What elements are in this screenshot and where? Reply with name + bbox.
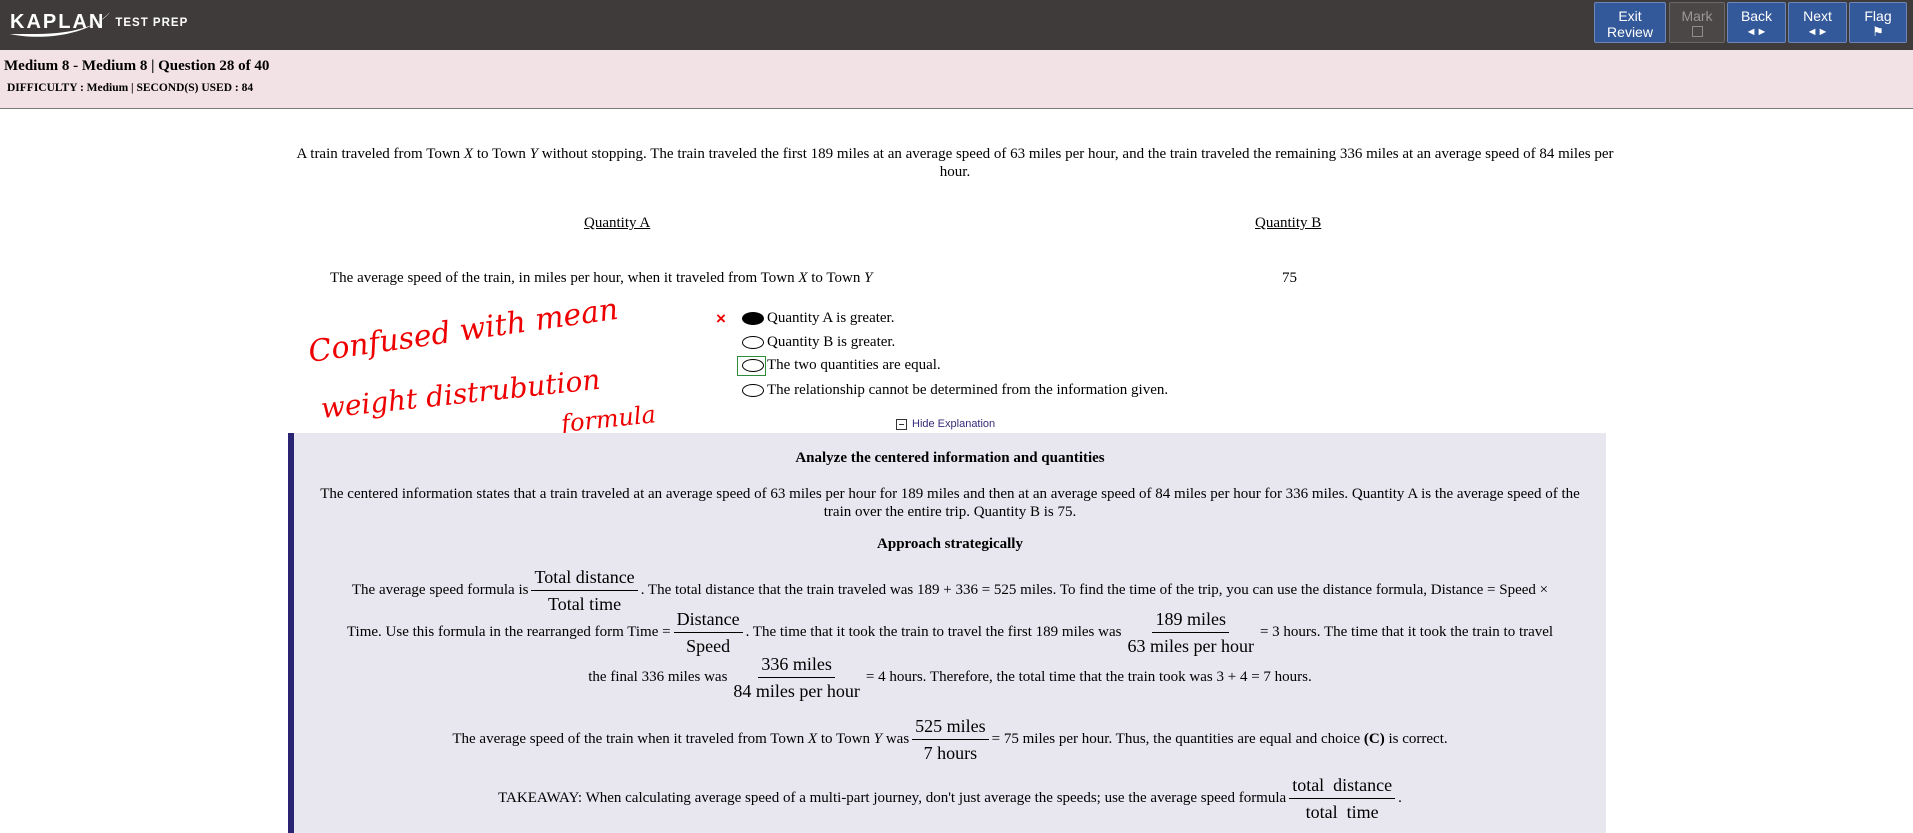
back-arrow-icon: ◄►	[1745, 26, 1768, 38]
choice-d[interactable]: The relationship cannot be determined fr…	[742, 380, 1168, 400]
variable-y: Y	[529, 146, 539, 162]
explanation-text: Time. Use this formula in the rearranged…	[346, 624, 671, 640]
top-toolbar: KAPLAN TEST PREP Exit Review Mark Back ◄…	[0, 0, 1913, 50]
explanation-text: . The total distance that the train trav…	[640, 582, 1549, 598]
hide-explanation-toggle[interactable]: Hide Explanation	[896, 418, 995, 430]
question-title: Medium 8 - Medium 8 | Question 28 of 40	[4, 58, 270, 74]
back-label: Back	[1740, 8, 1773, 24]
explanation-paragraph-1: The centered information states that a t…	[320, 486, 1580, 520]
stem-part: to Town	[473, 146, 530, 162]
radio-icon[interactable]	[742, 335, 764, 349]
incorrect-x-icon: ×	[716, 309, 726, 328]
next-arrow-icon: ◄►	[1806, 26, 1829, 38]
choice-a[interactable]: Quantity A is greater.	[742, 308, 894, 328]
fraction-numerator: 336 miles	[758, 653, 835, 678]
question-stem: A train traveled from Town X to Town Y w…	[285, 145, 1625, 181]
explanation-text: to Town	[817, 731, 874, 747]
question-meta: DIFFICULTY : Medium | SECOND(S) USED : 8…	[7, 82, 254, 94]
fraction: 189 miles 63 miles per hour	[1124, 608, 1256, 657]
explanation-text: is correct.	[1384, 731, 1448, 747]
variable-y: Y	[864, 270, 873, 286]
explanation-heading-1: Analyze the centered information and qua…	[795, 450, 1105, 466]
flag-button[interactable]: Flag ⚑	[1849, 2, 1907, 43]
variable-x: X	[798, 270, 808, 286]
handwritten-annotation: Confused with mean weight distrubution f…	[310, 300, 657, 438]
explanation-panel: Analyze the centered information and qua…	[288, 433, 1606, 833]
choice-c-label: The two quantities are equal.	[767, 356, 941, 373]
fraction-numerator: 189 miles	[1152, 608, 1229, 633]
explanation-line-2: Time. Use this formula in the rearranged…	[294, 608, 1606, 657]
radio-icon[interactable]	[742, 358, 764, 372]
exit-review-button[interactable]: Exit Review	[1594, 2, 1666, 43]
variable-y: Y	[873, 731, 883, 747]
variable-x: X	[807, 731, 818, 747]
explanation-text: TAKEAWAY: When calculating average speed…	[498, 790, 1287, 806]
fraction-denominator: 7 hours	[923, 743, 978, 763]
annotation-line-1: Confused with mean	[310, 300, 620, 370]
fraction-numerator: total distance	[1289, 774, 1396, 799]
fraction: 525 miles 7 hours	[912, 715, 989, 764]
logo-tagline: TEST PREP	[115, 17, 189, 29]
next-button[interactable]: Next ◄►	[1788, 2, 1847, 43]
explanation-text: The average speed of the train when it t…	[452, 731, 808, 747]
explanation-line-4: The average speed of the train when it t…	[294, 715, 1606, 764]
explanation-text: .	[1398, 790, 1402, 806]
explanation-heading-2: Approach strategically	[877, 536, 1023, 552]
radio-selected-icon[interactable]	[742, 311, 764, 325]
explanation-text: The average speed formula is	[351, 582, 529, 598]
fraction: total distance total time	[1289, 774, 1396, 823]
choice-b[interactable]: Quantity B is greater.	[742, 332, 895, 352]
stem-part: without stopping. The train traveled the…	[538, 146, 1614, 180]
logo-wordmark: KAPLAN	[10, 10, 106, 33]
quantity-a-text: The average speed of the train, in miles…	[330, 270, 872, 287]
explanation-text: = 75 miles per hour. Thus, the quantitie…	[991, 731, 1364, 747]
explanation-text: = 3 hours. The time that it took the tra…	[1259, 624, 1554, 640]
variable-x: X	[463, 146, 474, 162]
quantity-a-part: to Town	[807, 270, 865, 286]
quantity-b-heading: Quantity B	[1255, 215, 1322, 231]
explanation-text: = 4 hours. Therefore, the total time tha…	[865, 669, 1312, 685]
flag-icon: ⚑	[1872, 24, 1884, 39]
mark-checkbox-icon	[1691, 26, 1703, 37]
explanation-text: was	[882, 731, 910, 747]
review-label: Review	[1607, 24, 1653, 40]
exit-label: Exit	[1618, 8, 1642, 24]
quantity-a-part: The average speed of the train, in miles…	[330, 270, 799, 286]
choice-c[interactable]: The two quantities are equal.	[742, 355, 941, 375]
stem-part: A train traveled from Town	[296, 146, 464, 162]
radio-icon[interactable]	[742, 383, 764, 397]
question-info-band: Medium 8 - Medium 8 | Question 28 of 40 …	[0, 50, 1913, 109]
fraction-numerator: Total distance	[531, 566, 638, 591]
choice-a-label: Quantity A is greater.	[767, 309, 895, 326]
correct-choice-label: (C)	[1363, 731, 1385, 747]
fraction-denominator: total time	[1305, 802, 1379, 822]
fraction-numerator: Distance	[673, 608, 743, 633]
choice-b-label: Quantity B is greater.	[767, 333, 896, 350]
next-label: Next	[1803, 8, 1832, 24]
back-button[interactable]: Back ◄►	[1727, 2, 1786, 43]
explanation-text: the final 336 miles was	[588, 669, 728, 685]
fraction: Distance Speed	[673, 608, 743, 657]
fraction: 336 miles 84 miles per hour	[730, 653, 862, 702]
mark-button[interactable]: Mark	[1669, 2, 1725, 43]
quantity-a-heading: Quantity A	[584, 215, 651, 231]
fraction-denominator: 84 miles per hour	[733, 681, 860, 701]
explanation-text: . The time that it took the train to tra…	[745, 624, 1122, 640]
fraction-numerator: 525 miles	[912, 715, 989, 740]
hide-explanation-label: Hide Explanation	[912, 418, 996, 430]
explanation-takeaway: TAKEAWAY: When calculating average speed…	[294, 774, 1606, 823]
kaplan-logo: KAPLAN TEST PREP	[10, 6, 188, 38]
quantity-b-value: 75	[1282, 270, 1297, 286]
explanation-line-3: the final 336 miles was 336 miles 84 mile…	[294, 653, 1606, 702]
collapse-icon	[896, 418, 907, 430]
mark-label: Mark	[1681, 8, 1713, 24]
choice-d-label: The relationship cannot be determined fr…	[767, 381, 1169, 398]
flag-label: Flag	[1864, 8, 1892, 24]
